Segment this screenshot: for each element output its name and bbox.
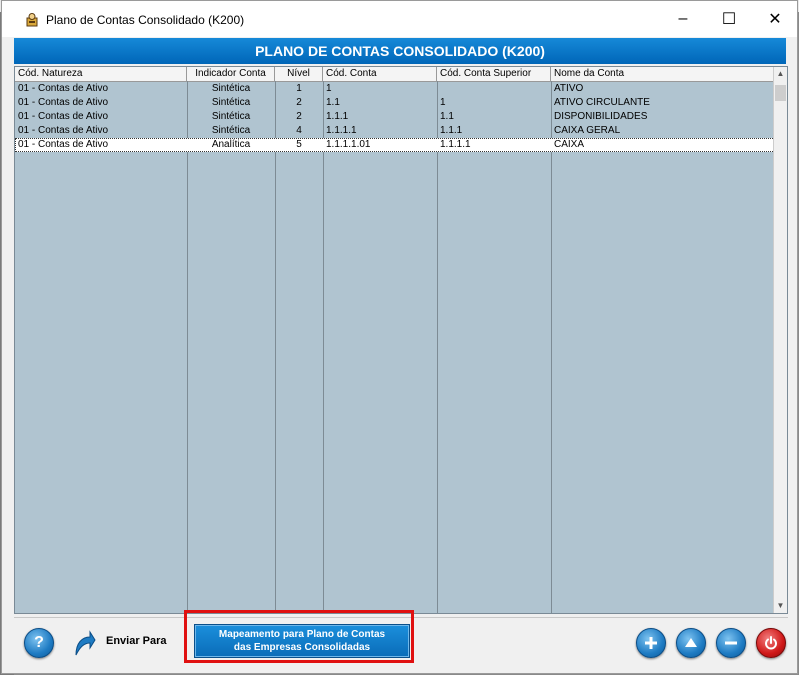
cell-indicador: Sintética	[211, 97, 251, 108]
cell-cod-superior: 1.1.1.1	[440, 139, 471, 150]
dialog-window: Plano de Contas Consolidado (K200) – ☐ ✕…	[1, 0, 798, 674]
send-arrow-icon[interactable]	[72, 629, 96, 657]
arrow-up-icon	[685, 638, 697, 647]
cell-nome: ATIVO CIRCULANTE	[554, 97, 650, 108]
bottom-toolbar: ? Enviar Para Mapeamento para Plano de C…	[14, 610, 788, 668]
table-row[interactable]: 01 - Contas de Ativo Sintética 1 1 ATIVO	[15, 82, 775, 96]
move-up-button[interactable]	[676, 628, 706, 658]
cell-cod-conta: 1	[326, 83, 332, 94]
column-divider	[275, 81, 276, 613]
cell-nivel: 2	[296, 97, 302, 108]
scroll-down-arrow-icon[interactable]: ▼	[774, 599, 787, 613]
minimize-button[interactable]: –	[660, 1, 706, 37]
send-to-label[interactable]: Enviar Para	[106, 635, 167, 647]
column-header-cod-superior[interactable]: Cód. Conta Superior	[437, 67, 551, 81]
cell-cod-superior: 1.1	[440, 111, 454, 122]
cell-nome: CAIXA GERAL	[554, 125, 621, 136]
cell-nome: ATIVO	[554, 83, 584, 94]
window-title: Plano de Contas Consolidado (K200)	[46, 13, 245, 27]
column-divider	[323, 81, 324, 613]
accounts-grid[interactable]: Cód. Natureza Indicador Conta Nível Cód.…	[14, 66, 788, 614]
cell-nivel: 2	[296, 111, 302, 122]
cell-natureza: 01 - Contas de Ativo	[18, 111, 109, 122]
cell-nivel: 1	[296, 83, 302, 94]
page-title: PLANO DE CONTAS CONSOLIDADO (K200)	[255, 43, 545, 59]
maximize-button[interactable]: ☐	[706, 1, 752, 37]
title-bar[interactable]: Plano de Contas Consolidado (K200) – ☐ ✕	[2, 1, 797, 37]
cell-natureza: 01 - Contas de Ativo	[18, 83, 109, 94]
help-button[interactable]: ?	[24, 628, 54, 658]
power-icon	[765, 636, 777, 650]
scroll-thumb[interactable]	[775, 85, 786, 101]
column-divider	[437, 81, 438, 613]
column-header-indicador[interactable]: Indicador Conta	[187, 67, 275, 81]
cell-cod-superior: 1.1.1	[440, 125, 463, 136]
page-title-banner: PLANO DE CONTAS CONSOLIDADO (K200)	[14, 38, 786, 64]
cell-nome: CAIXA	[554, 139, 585, 150]
column-divider	[187, 81, 188, 613]
app-icon	[26, 13, 38, 27]
cell-indicador: Sintética	[211, 83, 251, 94]
cell-indicador: Sintética	[211, 111, 251, 122]
column-header-natureza[interactable]: Cód. Natureza	[15, 67, 187, 81]
cell-natureza: 01 - Contas de Ativo	[18, 139, 109, 150]
cell-cod-conta: 1.1.1	[326, 111, 349, 122]
cell-nivel: 5	[296, 139, 302, 150]
vertical-scrollbar[interactable]: ▲ ▼	[773, 67, 787, 613]
cell-indicador: Analítica	[211, 139, 251, 150]
scroll-up-arrow-icon[interactable]: ▲	[774, 67, 787, 81]
cell-indicador: Sintética	[211, 125, 251, 136]
column-header-cod-conta[interactable]: Cód. Conta	[323, 67, 437, 81]
remove-button[interactable]	[716, 628, 746, 658]
cell-cod-conta: 1.1.1.1.01	[326, 139, 371, 150]
highlight-box	[184, 610, 414, 663]
table-row[interactable]: 01 - Contas de Ativo Sintética 2 1.1.1 1…	[15, 110, 775, 124]
table-row[interactable]: 01 - Contas de Ativo Sintética 2 1.1 1 A…	[15, 96, 775, 110]
cell-cod-conta: 1.1.1.1	[326, 125, 357, 136]
close-button[interactable]: ✕	[752, 1, 798, 37]
table-row-selected[interactable]: 01 - Contas de Ativo Analítica 5 1.1.1.1…	[15, 138, 775, 152]
exit-button[interactable]	[756, 628, 786, 658]
cell-cod-superior: 1	[440, 97, 446, 108]
column-header-nome[interactable]: Nome da Conta	[551, 67, 775, 81]
table-row[interactable]: 01 - Contas de Ativo Sintética 4 1.1.1.1…	[15, 124, 775, 138]
cell-natureza: 01 - Contas de Ativo	[18, 97, 109, 108]
plus-icon	[645, 637, 657, 649]
cell-cod-conta: 1.1	[326, 97, 340, 108]
cell-cod-superior	[437, 82, 551, 96]
grid-header: Cód. Natureza Indicador Conta Nível Cód.…	[15, 67, 775, 82]
add-button[interactable]	[636, 628, 666, 658]
cell-nivel: 4	[296, 125, 302, 136]
column-divider	[551, 81, 552, 613]
cell-nome: DISPONIBILIDADES	[554, 111, 648, 122]
question-icon: ?	[34, 634, 44, 651]
cell-natureza: 01 - Contas de Ativo	[18, 125, 109, 136]
minus-icon	[725, 641, 737, 645]
column-header-nivel[interactable]: Nível	[275, 67, 323, 81]
